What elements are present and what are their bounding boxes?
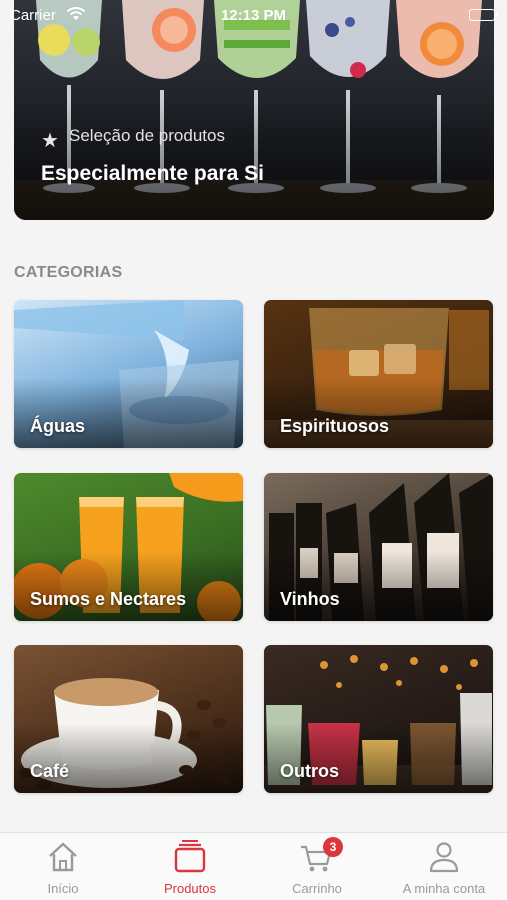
- tab-label: Início: [47, 881, 79, 896]
- category-label: Espirituosos: [280, 416, 390, 436]
- category-label: Sumos e Nectares: [30, 589, 187, 609]
- cart-count-badge: 3: [323, 837, 343, 857]
- category-label: Vinhos: [280, 589, 340, 609]
- category-tile-vinhos[interactable]: Vinhos: [264, 473, 493, 621]
- star-icon: ★: [41, 130, 59, 152]
- clock: 12:13 PM: [220, 7, 287, 24]
- category-tile-aguas[interactable]: Águas: [14, 300, 243, 448]
- products-icon: [172, 839, 208, 875]
- battery-icon: [469, 9, 498, 21]
- tab-carrinho[interactable]: 3 Carrinho: [254, 833, 380, 900]
- tab-label: Produtos: [163, 881, 217, 896]
- home-icon: [45, 839, 81, 875]
- category-label: Outros: [280, 761, 340, 781]
- category-tile-outros[interactable]: Outros: [264, 645, 493, 793]
- user-icon: [426, 839, 462, 875]
- banner-subtitle: Seleção de produtos: [69, 126, 225, 145]
- tab-label: A minha conta: [402, 881, 486, 896]
- tab-minha-conta[interactable]: A minha conta: [381, 833, 507, 900]
- category-tile-cafe[interactable]: Café: [14, 645, 243, 793]
- categories-heading: CATEGORIAS: [14, 264, 123, 281]
- tab-bar: Início Produtos 3 Carrinho A minha conta: [0, 832, 507, 900]
- tab-inicio[interactable]: Início: [0, 833, 126, 900]
- tab-produtos[interactable]: Produtos: [127, 833, 253, 900]
- featured-banner[interactable]: ★ Seleção de produtos Especialmente para…: [14, 0, 494, 220]
- category-tile-sumos[interactable]: Sumos e Nectares: [14, 473, 243, 621]
- category-tile-espirituosos[interactable]: Espirituosos: [264, 300, 493, 448]
- category-label: Café: [30, 761, 70, 781]
- category-label: Águas: [30, 416, 86, 436]
- status-bar: Carrier 12:13 PM: [0, 0, 507, 30]
- tab-label: Carrinho: [292, 881, 342, 896]
- banner-title: Especialmente para Si: [41, 162, 264, 185]
